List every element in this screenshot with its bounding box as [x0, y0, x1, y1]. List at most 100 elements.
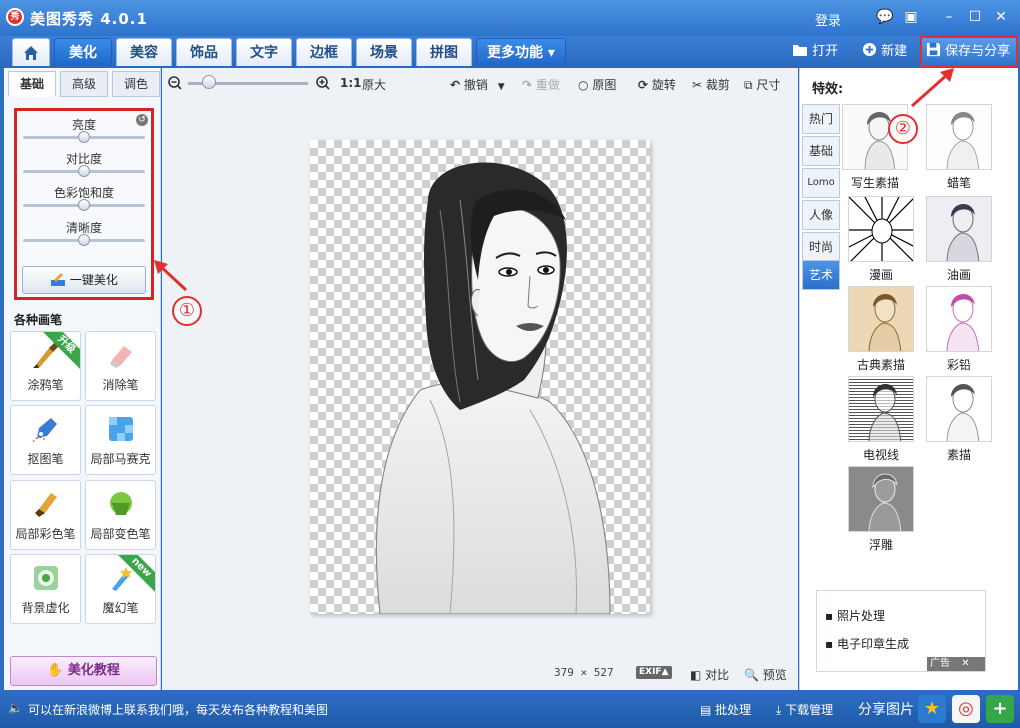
resize-label: 尺寸: [756, 78, 781, 92]
category-fashion[interactable]: 时尚: [802, 232, 840, 262]
color-brush-icon: [35, 493, 57, 517]
close-button[interactable]: ✕: [992, 8, 1010, 26]
magic-wand-icon: [51, 273, 66, 286]
home-tab[interactable]: [12, 38, 50, 66]
subtab-color[interactable]: 调色: [112, 71, 160, 97]
share-image-label[interactable]: 分享图片: [858, 699, 916, 719]
magic-brush-button[interactable]: new 魔幻笔: [85, 554, 156, 624]
status-message[interactable]: 可以在新浪微博上联系我们哦，每天发布各种教程和美图: [28, 701, 328, 718]
save-share-button[interactable]: 保存与分享: [920, 36, 1018, 67]
message-icon[interactable]: 💬: [876, 8, 894, 26]
partial-color-brush-button[interactable]: 局部彩色笔: [10, 480, 81, 550]
zoom-in-icon[interactable]: [316, 76, 330, 90]
category-portrait[interactable]: 人像: [802, 200, 840, 230]
effect-emboss[interactable]: 浮雕: [846, 466, 916, 556]
effect-oil-painting[interactable]: 油画: [924, 196, 994, 286]
rotate-button[interactable]: ⟳ 旋转: [638, 76, 676, 93]
image-width: 379: [554, 666, 574, 679]
pen-cutout-icon: [32, 418, 57, 443]
subtab-advanced[interactable]: 高级: [60, 71, 108, 97]
contrast-knob[interactable]: [78, 165, 90, 177]
original-image-button[interactable]: ○ 原图: [578, 76, 616, 93]
mosaic-brush-label: 局部马赛克: [90, 452, 151, 466]
saturation-knob[interactable]: [78, 199, 90, 211]
eraser-brush-button[interactable]: 消除笔: [85, 331, 156, 401]
effect-pencil-sketch-label: 素描: [946, 448, 971, 462]
zoom-knob[interactable]: [202, 75, 216, 89]
undo-dropdown-icon[interactable]: ▼: [498, 82, 505, 92]
resize-button[interactable]: ⧉ 尺寸: [744, 76, 780, 93]
effect-crayon[interactable]: 蜡笔: [924, 104, 994, 194]
category-art[interactable]: 艺术: [802, 260, 840, 290]
ad-link-stamp-generator-label: 电子印章生成: [836, 637, 909, 651]
login-link[interactable]: 登录: [815, 10, 841, 29]
new-button[interactable]: 新建: [862, 40, 907, 64]
tab-decorations[interactable]: 饰品: [176, 38, 232, 66]
preview-button[interactable]: 🔍 预览: [744, 666, 787, 683]
effects-title: 特效:: [812, 82, 844, 97]
ad-close-icon[interactable]: ✕: [961, 658, 969, 669]
one-key-beautify-button[interactable]: 一键美化: [22, 266, 146, 294]
download-manager-button[interactable]: ⤓ 下载管理: [776, 701, 833, 718]
original-size-button[interactable]: 原大: [362, 76, 386, 93]
undo-button[interactable]: ↶ 撤销 ▼: [450, 76, 505, 93]
undo-icon: ↶: [450, 78, 461, 92]
exif-button[interactable]: EXIF▲: [636, 666, 672, 679]
star-icon[interactable]: ★: [918, 695, 946, 723]
subtab-basic[interactable]: 基础: [8, 71, 56, 97]
partial-recolor-brush-button[interactable]: 局部变色笔: [85, 480, 156, 550]
doodle-brush-button[interactable]: 升级 涂鸦笔: [10, 331, 81, 401]
ad-badge[interactable]: 广告 ✕: [927, 657, 985, 671]
annotation-number-1: ①: [172, 296, 202, 326]
weibo-icon[interactable]: ◎: [952, 695, 980, 723]
effect-classic-sketch[interactable]: 古典素描: [846, 286, 916, 376]
minimize-button[interactable]: –: [940, 8, 958, 26]
crop-button[interactable]: ✂ 裁剪: [692, 76, 730, 93]
portrait-sketch-image: [375, 162, 611, 614]
ad-box: ▪ 照片处理 ▪ 电子印章生成 广告 ✕: [816, 590, 986, 672]
beautify-tutorial-label: 美化教程: [67, 663, 120, 678]
maximize-button[interactable]: ☐: [966, 8, 984, 26]
background-blur-button[interactable]: 背景虚化: [10, 554, 81, 624]
effect-crayon-label: 蜡笔: [946, 176, 971, 190]
annotation-number-2: ②: [888, 114, 918, 144]
effect-color-pencil-label: 彩铅: [946, 358, 971, 372]
add-plus-icon[interactable]: +: [986, 695, 1014, 723]
folder-icon: [793, 45, 807, 56]
ad-link-stamp-generator[interactable]: ▪ 电子印章生成: [825, 635, 909, 652]
image-canvas[interactable]: [310, 140, 650, 614]
beautify-tutorial-button[interactable]: ✋ 美化教程: [10, 656, 157, 686]
batch-button[interactable]: ▤ 批处理: [700, 701, 751, 718]
zoom-out-icon[interactable]: [168, 76, 182, 90]
compare-icon: ◧: [690, 668, 702, 682]
open-button[interactable]: 打开: [792, 40, 838, 64]
cutout-brush-button[interactable]: 抠图笔: [10, 405, 81, 475]
eraser-brush-label: 消除笔: [102, 378, 139, 392]
effect-comic[interactable]: 漫画: [846, 196, 916, 286]
category-basic[interactable]: 基础: [802, 136, 840, 166]
category-popular[interactable]: 热门: [802, 104, 840, 134]
tab-text[interactable]: 文字: [236, 38, 292, 66]
tab-scene[interactable]: 场景: [356, 38, 412, 66]
effect-color-pencil[interactable]: 彩铅: [924, 286, 994, 376]
brightness-knob[interactable]: [78, 131, 90, 143]
tab-more-features[interactable]: 更多功能 ▾: [476, 38, 566, 66]
compare-button[interactable]: ◧ 对比: [690, 666, 729, 683]
tab-collage[interactable]: 拼图: [416, 38, 472, 66]
category-lomo[interactable]: Lomo: [802, 168, 840, 198]
skin-icon[interactable]: ▣: [902, 8, 920, 26]
circle-icon: ○: [578, 78, 589, 92]
redo-button[interactable]: ↷ 重做: [522, 76, 560, 93]
ad-link-photo-processing[interactable]: ▪ 照片处理: [825, 607, 885, 624]
tab-frame[interactable]: 边框: [296, 38, 352, 66]
mosaic-brush-button[interactable]: 局部马赛克: [85, 405, 156, 475]
tab-beautify[interactable]: 美化: [54, 38, 112, 66]
tab-beauty[interactable]: 美容: [116, 38, 172, 66]
zoom-ratio[interactable]: 1:1: [340, 76, 362, 90]
magic-brush-label: 魔幻笔: [102, 601, 139, 615]
effect-emboss-label: 浮雕: [868, 538, 893, 552]
preview-label: 预览: [762, 668, 787, 682]
sharpness-knob[interactable]: [78, 234, 90, 246]
effect-tv-lines[interactable]: 电视线: [846, 376, 916, 466]
effect-pencil-sketch[interactable]: 素描: [924, 376, 994, 466]
